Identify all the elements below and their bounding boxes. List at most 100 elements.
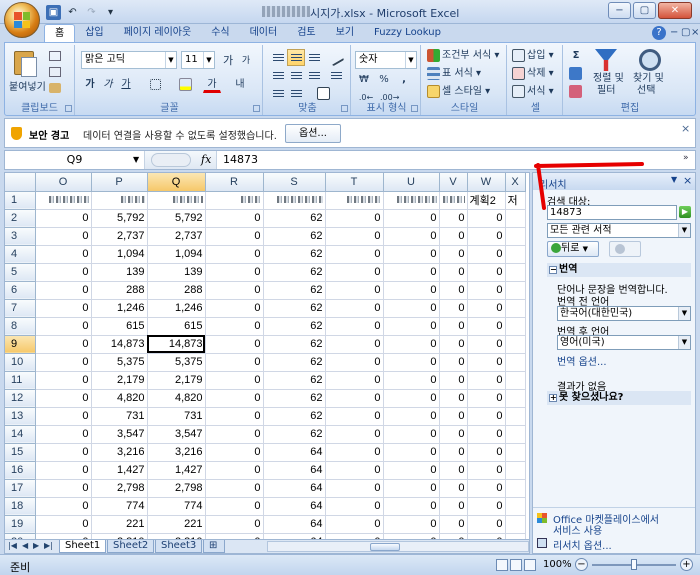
save-icon[interactable]: ▣ — [46, 4, 61, 20]
table-cell[interactable]: 0 — [439, 425, 468, 444]
delete-cells-button[interactable]: 삭제 ▾ — [512, 65, 554, 83]
select-all-corner[interactable] — [5, 173, 36, 192]
table-cell[interactable]: 1,094 — [147, 245, 206, 264]
underline-button[interactable]: 가 — [117, 76, 135, 93]
table-cell[interactable]: 2,179 — [147, 371, 206, 390]
horizontal-scrollbar[interactable] — [267, 541, 529, 552]
table-cell[interactable]: 0 — [35, 263, 92, 282]
table-cell[interactable]: 0 — [467, 479, 506, 498]
table-cell[interactable]: 0 — [205, 245, 264, 264]
table-cell[interactable]: 0 — [439, 263, 468, 282]
sheet-tab-sheet2[interactable]: Sheet2 — [107, 540, 155, 553]
page-layout-view-icon[interactable] — [510, 559, 522, 571]
table-cell[interactable]: 62 — [263, 281, 326, 300]
table-cell[interactable]: 0 — [383, 407, 440, 426]
paste-icon[interactable] — [11, 49, 39, 79]
format-painter-icon[interactable] — [49, 83, 61, 93]
table-cell[interactable]: 0 — [439, 299, 468, 318]
table-cell[interactable] — [505, 353, 526, 372]
sheet-tab-sheet1[interactable]: Sheet1 — [59, 540, 107, 553]
table-cell[interactable]: 0 — [205, 227, 264, 246]
table-cell[interactable]: 0 — [35, 443, 92, 462]
table-cell[interactable]: 3,547 — [91, 425, 148, 444]
table-cell[interactable]: 0 — [205, 425, 264, 444]
column-header-o[interactable]: O — [35, 173, 92, 192]
table-cell[interactable]: 0 — [467, 461, 506, 480]
table-cell[interactable]: 0 — [439, 533, 468, 539]
table-cell[interactable]: 0 — [383, 227, 440, 246]
table-cell[interactable]: 2,798 — [91, 479, 148, 498]
table-cell[interactable]: 731 — [147, 407, 206, 426]
tab-view[interactable]: 보기 — [326, 24, 364, 42]
clipboard-launcher-icon[interactable] — [65, 105, 72, 112]
row-header[interactable]: 17 — [5, 479, 36, 498]
row-header[interactable]: 10 — [5, 353, 36, 372]
worksheet-grid[interactable]: O P Q R S T U V W X 1 계획2 저 2 0 5,792 5,… — [4, 172, 530, 540]
undo-icon[interactable]: ↶ — [65, 5, 80, 20]
table-cell[interactable]: 139 — [147, 263, 206, 282]
table-cell[interactable]: 0 — [439, 317, 468, 336]
phonetic-button[interactable]: 내 — [231, 76, 249, 93]
prev-sheet-icon[interactable]: ◀ — [22, 541, 28, 550]
tab-formulas[interactable]: 수식 — [201, 24, 239, 42]
normal-view-icon[interactable] — [496, 559, 508, 571]
table-cell[interactable]: 0 — [383, 281, 440, 300]
table-cell[interactable]: 0 — [439, 461, 468, 480]
table-cell[interactable]: 774 — [91, 497, 148, 516]
italic-button[interactable]: 가 — [99, 76, 117, 93]
table-cell[interactable]: 64 — [263, 479, 326, 498]
table-cell[interactable]: 0 — [467, 317, 506, 336]
table-cell[interactable] — [505, 245, 526, 264]
align-top-button[interactable] — [269, 49, 287, 66]
table-cell[interactable]: 0 — [439, 443, 468, 462]
font-name-select[interactable]: 맑은 고딕 ▼ — [81, 51, 177, 69]
table-cell[interactable]: 0 — [205, 299, 264, 318]
insert-sheet-icon[interactable]: ⊞ — [203, 540, 225, 553]
table-cell[interactable]: 2,810 — [147, 533, 206, 539]
table-cell[interactable]: 0 — [35, 245, 92, 264]
autosum-button[interactable]: Σ — [567, 47, 585, 64]
table-cell[interactable]: 0 — [439, 227, 468, 246]
table-cell[interactable]: 0 — [439, 497, 468, 516]
table-cell[interactable]: 0 — [35, 425, 92, 444]
customize-qat-icon[interactable]: ▾ — [103, 5, 118, 20]
table-cell[interactable]: 0 — [383, 335, 440, 354]
table-cell[interactable]: 3,547 — [147, 425, 206, 444]
table-cell[interactable]: 731 — [91, 407, 148, 426]
table-cell[interactable]: 0 — [383, 245, 440, 264]
table-cell[interactable]: 62 — [263, 317, 326, 336]
table-cell[interactable]: 0 — [467, 353, 506, 372]
table-cell[interactable]: 0 — [205, 209, 264, 228]
insert-function-icon[interactable]: fx — [201, 153, 211, 166]
currency-button[interactable]: ₩ — [355, 71, 373, 88]
tab-insert[interactable]: 삽입 — [75, 24, 113, 42]
align-bottom-button[interactable] — [305, 49, 323, 66]
table-cell[interactable]: 0 — [439, 281, 468, 300]
table-cell[interactable]: 0 — [467, 281, 506, 300]
table-cell[interactable]: 774 — [147, 497, 206, 516]
table-cell[interactable]: 615 — [91, 317, 148, 336]
table-cell[interactable] — [505, 299, 526, 318]
format-as-table-button[interactable]: 표 서식 ▾ — [427, 65, 481, 83]
ribbon-minimize-icon[interactable]: − — [670, 27, 678, 38]
table-cell[interactable]: 0 — [467, 443, 506, 462]
minimize-button[interactable]: − — [608, 2, 631, 19]
table-cell[interactable]: 221 — [91, 515, 148, 534]
first-sheet-icon[interactable]: |◀ — [8, 541, 17, 550]
table-cell[interactable] — [147, 191, 206, 210]
formula-input[interactable]: 14873 — [223, 153, 258, 166]
table-cell[interactable]: 0 — [467, 335, 506, 354]
table-cell[interactable]: 0 — [205, 479, 264, 498]
table-cell[interactable]: 저 — [505, 191, 526, 210]
table-cell[interactable]: 0 — [439, 209, 468, 228]
table-cell[interactable]: 0 — [467, 389, 506, 408]
table-cell[interactable] — [325, 191, 384, 210]
table-cell[interactable]: 0 — [325, 425, 384, 444]
table-cell[interactable]: 1,246 — [91, 299, 148, 318]
table-cell[interactable]: 0 — [35, 335, 92, 354]
shrink-font-button[interactable]: 가 — [237, 52, 255, 69]
table-cell[interactable]: 5,375 — [91, 353, 148, 372]
table-cell[interactable]: 0 — [35, 389, 92, 408]
font-size-select[interactable]: 11 ▼ — [181, 51, 215, 69]
zoom-out-button[interactable]: − — [575, 558, 588, 571]
